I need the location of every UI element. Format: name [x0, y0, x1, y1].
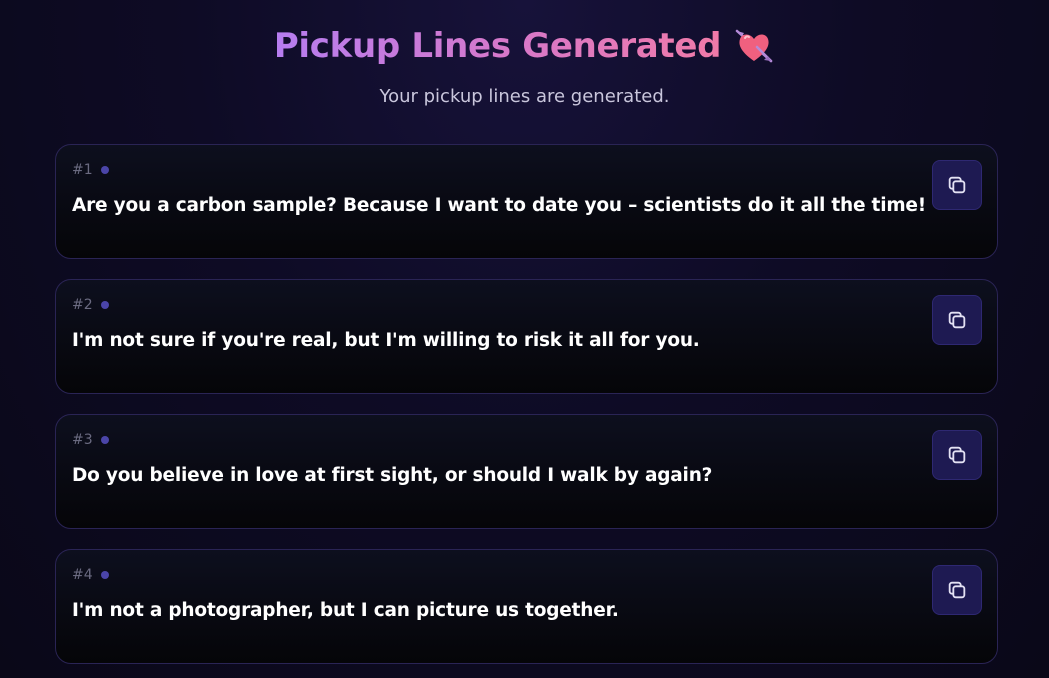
line-number: #4: [72, 567, 93, 583]
pickup-line-card: #2 I'm not sure if you're real, but I'm …: [55, 279, 998, 394]
card-meta: #3: [72, 432, 109, 448]
copy-icon: [948, 176, 966, 194]
pickup-line-text: I'm not a photographer, but I can pictur…: [72, 600, 619, 621]
copy-button[interactable]: [932, 160, 982, 210]
pickup-line-card: #3 Do you believe in love at first sight…: [55, 414, 998, 529]
status-dot: [100, 571, 109, 579]
copy-button[interactable]: [932, 430, 982, 480]
pickup-line-text: I'm not sure if you're real, but I'm wil…: [72, 330, 700, 351]
line-number: #1: [72, 162, 93, 178]
page-header: Pickup Lines Generated Your pickup lines…: [0, 22, 1049, 107]
copy-button[interactable]: [932, 295, 982, 345]
copy-button[interactable]: [932, 565, 982, 615]
pickup-line-card: #1 Are you a carbon sample? Because I wa…: [55, 144, 998, 259]
line-number: #3: [72, 432, 93, 448]
page-title: Pickup Lines Generated: [273, 26, 722, 66]
status-dot: [100, 301, 109, 309]
card-meta: #2: [72, 297, 109, 313]
card-meta: #4: [72, 567, 109, 583]
title-row: Pickup Lines Generated: [0, 22, 1049, 70]
copy-icon: [948, 311, 966, 329]
pickup-line-text: Do you believe in love at first sight, o…: [72, 465, 713, 486]
copy-icon: [948, 581, 966, 599]
copy-icon: [948, 446, 966, 464]
pickup-lines-list: #1 Are you a carbon sample? Because I wa…: [55, 144, 998, 678]
line-number: #2: [72, 297, 93, 313]
pickup-line-text: Are you a carbon sample? Because I want …: [72, 195, 926, 216]
heart-with-arrow-icon: [735, 29, 773, 63]
card-meta: #1: [72, 162, 109, 178]
status-dot: [100, 166, 109, 174]
status-dot: [100, 436, 109, 444]
page-subtitle: Your pickup lines are generated.: [379, 86, 670, 107]
pickup-line-card: #4 I'm not a photographer, but I can pic…: [55, 549, 998, 664]
